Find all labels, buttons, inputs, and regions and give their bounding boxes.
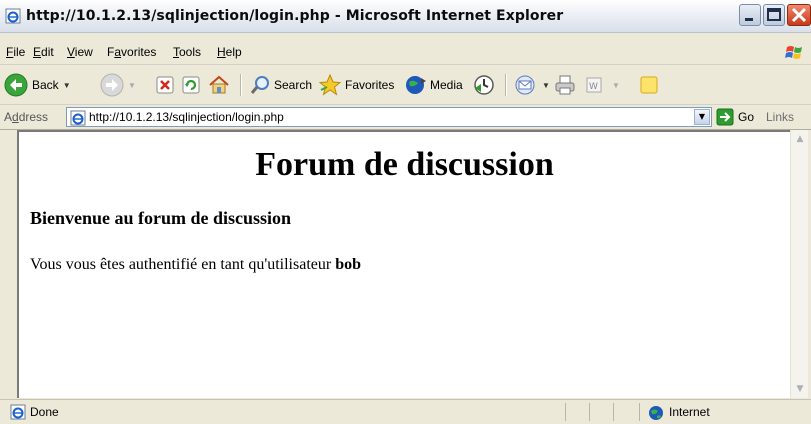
standard-toolbar: Back ▼ ▼ Search Favorites Media ▼ W ▼ — [0, 66, 811, 105]
menu-edit-post: dit — [41, 45, 54, 59]
page-heading: Forum de discussion — [255, 146, 554, 183]
page-icon — [70, 110, 86, 126]
scroll-down-icon[interactable]: ▼ — [792, 381, 808, 397]
auth-message-text: Vous vous êtes authentifié en tant qu'ut… — [30, 256, 336, 273]
favorites-label: Favorites — [345, 78, 395, 92]
forward-arrow-icon — [100, 73, 124, 97]
mail-icon — [515, 75, 535, 95]
print-button[interactable] — [554, 72, 576, 98]
back-dropdown-icon[interactable]: ▼ — [63, 81, 71, 90]
address-bar: Address http://10.1.2.13/sqlinjection/lo… — [0, 105, 811, 130]
word-edit-icon: W — [586, 77, 602, 93]
media-label: Media — [430, 78, 463, 92]
address-url: http://10.1.2.13/sqlinjection/login.php — [89, 110, 284, 124]
status-text: Done — [30, 405, 59, 419]
windows-logo-icon — [785, 46, 802, 59]
status-pane-divider — [613, 403, 614, 421]
media-icon — [406, 76, 426, 94]
internet-zone-icon — [649, 406, 663, 420]
maximize-icon — [767, 8, 781, 21]
close-button[interactable] — [787, 4, 811, 26]
minimize-button[interactable] — [739, 4, 761, 26]
search-label: Search — [274, 78, 313, 92]
search-button[interactable]: Search — [249, 72, 312, 98]
page-subheading: Bienvenue au forum de discussion — [30, 208, 292, 228]
address-dropdown-button[interactable]: ▼ — [694, 109, 710, 125]
stop-button[interactable] — [155, 72, 175, 98]
address-input[interactable]: http://10.1.2.13/sqlinjection/login.php … — [66, 107, 712, 127]
menu-view-post: iew — [74, 45, 93, 59]
menu-edit[interactable]: Edit — [33, 45, 54, 59]
go-button[interactable]: Go — [716, 108, 754, 126]
svg-text:W: W — [589, 82, 598, 92]
menu-view-key: V — [67, 45, 75, 59]
scroll-up-icon[interactable]: ▲ — [792, 131, 808, 147]
address-label-key: d — [12, 110, 19, 124]
menu-file[interactable]: File — [6, 45, 25, 59]
ie-page-icon — [5, 8, 21, 24]
window-left-edge — [0, 130, 17, 398]
status-pane-divider — [589, 403, 590, 421]
browser-window: http://10.1.2.13/sqlinjection/login.php … — [0, 0, 811, 424]
back-arrow-icon — [4, 73, 28, 97]
note-icon — [640, 76, 658, 94]
mail-button[interactable]: ▼ — [514, 72, 550, 98]
title-bar[interactable]: http://10.1.2.13/sqlinjection/login.php … — [0, 0, 811, 33]
links-button[interactable]: Links — [766, 110, 794, 124]
edit-dropdown-icon[interactable]: ▼ — [612, 81, 620, 90]
auth-message: Vous vous êtes authentifié en tant qu'ut… — [30, 256, 361, 274]
page-done-icon — [10, 404, 26, 420]
menu-favorites[interactable]: Favorites — [107, 45, 156, 59]
page-content: Forum de discussion Bienvenue au forum d… — [17, 130, 790, 398]
print-icon — [555, 75, 575, 95]
menu-tools[interactable]: Tools — [173, 45, 201, 59]
back-button[interactable]: Back ▼ — [4, 72, 71, 98]
address-label-pre: A — [4, 110, 13, 124]
address-label: Address — [4, 110, 48, 124]
stop-icon — [156, 76, 174, 94]
refresh-button[interactable] — [181, 72, 201, 98]
toolbar-separator — [505, 74, 507, 96]
history-icon — [474, 75, 494, 95]
menu-edit-key: E — [33, 45, 42, 59]
history-button[interactable] — [473, 72, 495, 98]
menu-view[interactable]: View — [67, 45, 93, 59]
close-icon — [791, 7, 807, 23]
security-zone-text: Internet — [669, 405, 710, 419]
maximize-button[interactable] — [763, 4, 785, 26]
favorites-button[interactable]: Favorites — [318, 72, 394, 98]
menu-help-post: elp — [225, 45, 242, 59]
go-label: Go — [738, 110, 755, 124]
vertical-scrollbar[interactable]: ▲ ▼ — [790, 130, 808, 398]
search-icon — [250, 76, 269, 94]
menu-tools-post: ools — [179, 45, 202, 59]
menu-help[interactable]: Help — [217, 45, 242, 59]
minimize-icon — [745, 18, 753, 21]
auth-username: bob — [335, 256, 361, 273]
forward-dropdown-icon[interactable]: ▼ — [128, 81, 136, 90]
go-arrow-icon — [716, 108, 734, 126]
home-button[interactable] — [208, 72, 230, 98]
status-pane-divider — [565, 403, 566, 421]
address-label-post: dress — [18, 110, 49, 124]
refresh-icon — [182, 76, 200, 94]
edit-button[interactable]: W ▼ — [584, 72, 620, 98]
messenger-button[interactable] — [638, 72, 660, 98]
mail-dropdown-icon[interactable]: ▼ — [542, 81, 550, 90]
menu-file-post: ile — [13, 45, 26, 59]
window-title: http://10.1.2.13/sqlinjection/login.php … — [26, 8, 564, 24]
status-bar: Done Internet — [0, 399, 811, 424]
home-icon — [209, 75, 229, 94]
back-label: Back — [32, 78, 59, 92]
menu-bar: File Edit View Favorites Tools Help — [0, 40, 811, 65]
media-button[interactable]: Media — [404, 72, 463, 98]
favorites-star-icon — [318, 73, 342, 96]
menu-favorites-post: vorites — [121, 45, 157, 59]
toolbar-separator — [240, 74, 242, 96]
status-pane-divider — [639, 403, 640, 421]
menu-help-key: H — [217, 45, 226, 59]
forward-button[interactable]: ▼ — [100, 72, 136, 98]
